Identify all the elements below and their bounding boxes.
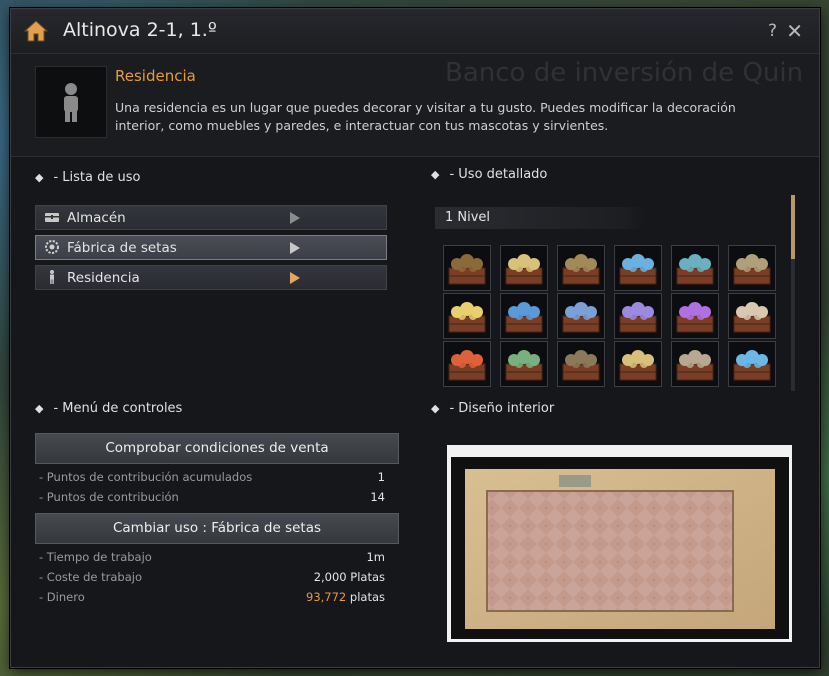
- usage-item-label: Almacén: [67, 210, 126, 226]
- usage-item-almacen[interactable]: Almacén: [35, 205, 387, 230]
- mushroom-crate-slot[interactable]: [671, 245, 719, 291]
- scrollbar-thumb[interactable]: [791, 195, 795, 259]
- contribution-accumulated-row: - Puntos de contribución acumulados 1: [39, 470, 385, 484]
- mushroom-crate-slot[interactable]: [728, 293, 776, 339]
- detailed-use-heading: ◆ - Uso detallado: [431, 167, 547, 182]
- mushroom-crate-slot[interactable]: [443, 245, 491, 291]
- mushroom-crate-slot[interactable]: [443, 293, 491, 339]
- interior-design-label: - Diseño interior: [449, 401, 555, 416]
- check-sale-conditions-button[interactable]: Comprobar condiciones de venta: [35, 433, 399, 464]
- detailed-use-label: - Uso detallado: [449, 167, 548, 182]
- contribution-row: - Puntos de contribución 14: [39, 490, 385, 504]
- money-label: - Dinero: [39, 590, 85, 604]
- mushroom-crate-slot[interactable]: [557, 293, 605, 339]
- usage-item-fabrica-de-setas[interactable]: Fábrica de setas: [35, 235, 387, 260]
- mushroom-crate-slot[interactable]: [500, 245, 548, 291]
- controls-label: - Menú de controles: [53, 401, 183, 416]
- residence-description: Una residencia es un lugar que puedes de…: [115, 100, 736, 133]
- interior-design-heading: ◆ - Diseño interior: [431, 401, 554, 416]
- interior-preview: [447, 445, 792, 642]
- mushroom-crate-icon: [676, 302, 714, 333]
- usage-list-label: - Lista de uso: [53, 170, 141, 185]
- person-silhouette-icon: [64, 83, 78, 122]
- mushroom-crate-slot[interactable]: [614, 245, 662, 291]
- mushroom-crate-icon: [619, 350, 657, 381]
- house-window: Altinova 2-1, 1.º ? ✕ Banco de inversión…: [10, 8, 820, 668]
- usage-item-label: Residencia: [67, 270, 140, 286]
- mushroom-crate-slot[interactable]: [500, 341, 548, 387]
- mushroom-crate-icon: [448, 254, 486, 285]
- money-row: - Dinero 93,772 platas: [39, 590, 385, 604]
- arrow-right-icon: [290, 212, 300, 224]
- mushroom-crate-slot[interactable]: [671, 341, 719, 387]
- money-unit: platas: [346, 590, 385, 604]
- contribution-accumulated-value: 1: [377, 470, 385, 484]
- help-icon[interactable]: ?: [768, 21, 777, 41]
- mushroom-crate-slot[interactable]: [671, 293, 719, 339]
- contribution-accumulated-label: - Puntos de contribución acumulados: [39, 470, 253, 484]
- money-amount: 93,772: [306, 590, 347, 604]
- mushroom-crate-icon: [448, 350, 486, 381]
- mushroom-crate-slot[interactable]: [614, 341, 662, 387]
- mushroom-crate-slot[interactable]: [557, 341, 605, 387]
- change-use-button[interactable]: Cambiar uso : Fábrica de setas: [35, 513, 399, 544]
- room-floorplan-image: [447, 445, 792, 642]
- mushroom-crate-slot[interactable]: [500, 293, 548, 339]
- mushroom-crate-icon: [733, 302, 771, 333]
- background-text: Banco de inversión de Quin: [445, 58, 804, 88]
- mushroom-crate-slot[interactable]: [557, 245, 605, 291]
- diamond-bullet-icon: ◆: [35, 402, 44, 415]
- window-title: Altinova 2-1, 1.º: [63, 19, 217, 41]
- work-time-row: - Tiempo de trabajo 1m: [39, 550, 385, 564]
- person-icon: [50, 270, 54, 284]
- mushroom-crate-icon: [562, 254, 600, 285]
- titlebar[interactable]: Altinova 2-1, 1.º ? ✕: [11, 9, 819, 54]
- diamond-bullet-icon: ◆: [35, 171, 44, 184]
- close-icon[interactable]: ✕: [786, 19, 803, 43]
- avatar: [35, 66, 107, 138]
- residence-title: Residencia: [115, 67, 196, 85]
- mushroom-crate-icon: [562, 350, 600, 381]
- controls-heading: ◆ - Menú de controles: [35, 401, 182, 416]
- contribution-label: - Puntos de contribución: [39, 490, 179, 504]
- mushroom-crate-icon: [733, 254, 771, 285]
- mushroom-crate-icon: [619, 254, 657, 285]
- mushroom-crate-slot[interactable]: [728, 341, 776, 387]
- home-icon: [23, 20, 49, 42]
- mushroom-crate-icon: [562, 302, 600, 333]
- diamond-bullet-icon: ◆: [431, 402, 440, 415]
- mushroom-crate-icon: [676, 254, 714, 285]
- chest-icon: [45, 213, 59, 222]
- money-value: 93,772 platas: [306, 590, 385, 604]
- residence-header: Banco de inversión de Quin Residencia Un…: [11, 54, 819, 157]
- mushroom-crate-icon: [676, 350, 714, 381]
- level-label: 1 Nivel: [435, 207, 645, 229]
- work-cost-value: 2,000 Platas: [313, 570, 385, 584]
- work-cost-row: - Coste de trabajo 2,000 Platas: [39, 570, 385, 584]
- mushroom-crate-slot[interactable]: [728, 245, 776, 291]
- work-cost-label: - Coste de trabajo: [39, 570, 142, 584]
- contribution-value: 14: [370, 490, 385, 504]
- usage-item-label: Fábrica de setas: [67, 240, 177, 256]
- mushroom-crate-slot[interactable]: [614, 293, 662, 339]
- mushroom-crate-icon: [505, 350, 543, 381]
- work-time-label: - Tiempo de trabajo: [39, 550, 152, 564]
- mushroom-crate-icon: [505, 302, 543, 333]
- work-time-value: 1m: [366, 550, 385, 564]
- mushroom-crate-icon: [448, 302, 486, 333]
- mushroom-crate-icon: [733, 350, 771, 381]
- usage-item-residencia[interactable]: Residencia: [35, 265, 387, 290]
- gear-icon: [45, 240, 59, 254]
- mushroom-crate-icon: [619, 302, 657, 333]
- mushroom-crate-slot[interactable]: [443, 341, 491, 387]
- mushroom-crate-icon: [505, 254, 543, 285]
- arrow-right-icon: [290, 242, 300, 254]
- arrow-right-icon: [290, 272, 300, 284]
- usage-list-heading: ◆ - Lista de uso: [35, 170, 140, 185]
- diamond-bullet-icon: ◆: [431, 168, 440, 181]
